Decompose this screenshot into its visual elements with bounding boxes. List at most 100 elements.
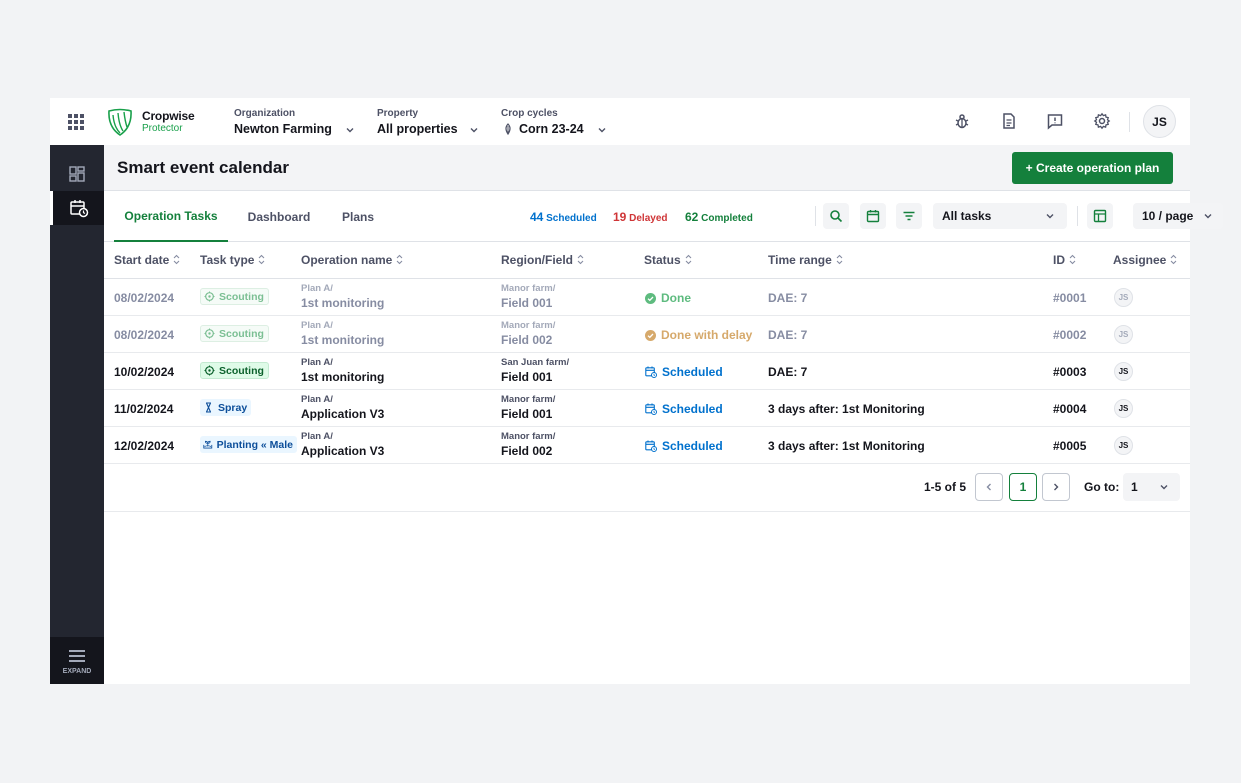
crop-cycles-value-wrap: Corn 23-24 xyxy=(501,121,611,137)
col-task-type[interactable]: Task type xyxy=(200,253,265,267)
next-page-button[interactable] xyxy=(1042,473,1070,501)
sidebar-expand-button[interactable]: EXPAND xyxy=(50,637,104,684)
pest-icon[interactable] xyxy=(953,112,971,130)
user-avatar[interactable]: JS xyxy=(1143,105,1176,138)
region-name: San Juan farm/ xyxy=(501,357,570,368)
start-date: 12/02/2024 xyxy=(114,439,175,453)
assignee-avatar[interactable]: JS xyxy=(1114,399,1133,418)
feedback-icon[interactable] xyxy=(1046,112,1064,130)
scouting-icon xyxy=(204,365,215,376)
task-filter-select[interactable]: All tasks xyxy=(933,203,1067,229)
organization-selector[interactable]: Organization Newton Farming xyxy=(234,108,359,138)
search-button[interactable] xyxy=(823,203,849,229)
pagination-total: 1-5 of 5 xyxy=(924,480,967,494)
page-size-select[interactable]: 10 / page xyxy=(1133,203,1223,229)
task-type-label: Planting « Male xyxy=(216,438,293,451)
sort-icon xyxy=(173,254,180,265)
dashboard-icon xyxy=(69,166,85,182)
check-circle-icon xyxy=(645,329,656,341)
chevron-down-icon xyxy=(470,128,478,133)
table-row[interactable]: 11/02/2024 Spray Plan A/Application V3 M… xyxy=(104,390,1190,427)
crop-cycles-selector[interactable]: Crop cycles Corn 23-24 xyxy=(501,108,611,138)
expand-label: EXPAND xyxy=(62,668,92,675)
header-label: Time range xyxy=(768,253,832,267)
gear-icon[interactable] xyxy=(1093,112,1111,130)
task-type-tag: Planting « Male xyxy=(200,436,297,453)
prev-page-button[interactable] xyxy=(975,473,1003,501)
chevron-down-icon xyxy=(1204,214,1212,219)
filter-button[interactable] xyxy=(896,203,922,229)
column-settings-button[interactable] xyxy=(1087,203,1113,229)
task-id: #0001 xyxy=(1053,291,1087,305)
calendar-clock-icon xyxy=(645,440,657,452)
calendar-clock-icon xyxy=(645,403,657,415)
app-launcher-icon[interactable] xyxy=(68,114,84,130)
status-badge: Done xyxy=(645,291,691,305)
region-name: Manor farm/ xyxy=(501,283,556,294)
region-name: Manor farm/ xyxy=(501,431,556,442)
operation-plan: Plan A/ xyxy=(301,320,333,331)
operation-plan: Plan A/ xyxy=(301,394,333,405)
planting-icon xyxy=(203,440,213,449)
start-date: 10/02/2024 xyxy=(114,365,175,379)
assignee-avatar[interactable]: JS xyxy=(1114,325,1133,344)
task-type-label: Spray xyxy=(218,401,248,414)
assignee-avatar[interactable]: JS xyxy=(1114,288,1133,307)
goto-label: Go to: xyxy=(1084,480,1120,494)
status-label: Scheduled xyxy=(662,439,723,453)
header-label: Task type xyxy=(200,253,255,267)
sort-icon xyxy=(685,254,692,265)
operation-name: Plan A/1st monitoring xyxy=(301,320,384,348)
col-start-date[interactable]: Start date xyxy=(114,253,180,267)
property-selector[interactable]: Property All properties xyxy=(377,108,482,138)
property-label: Property xyxy=(377,108,419,119)
tab-operation-tasks[interactable]: Operation Tasks xyxy=(114,191,228,242)
header-label: ID xyxy=(1053,253,1065,267)
operation-title: Application V3 xyxy=(301,444,385,458)
calendar-button[interactable] xyxy=(860,203,886,229)
region-field: Manor farm/Field 001 xyxy=(501,394,555,422)
time-range: 3 days after: 1st Monitoring xyxy=(768,402,925,416)
time-range: 3 days after: 1st Monitoring xyxy=(768,439,925,453)
sidebar-item-dashboard[interactable] xyxy=(50,157,104,191)
operation-plan: Plan A/ xyxy=(301,357,333,368)
sort-icon xyxy=(259,254,265,265)
chevron-down-icon xyxy=(346,128,354,133)
col-region-field[interactable]: Region/Field xyxy=(501,253,584,267)
tab-plans[interactable]: Plans xyxy=(330,191,386,242)
product-name: Protector xyxy=(142,123,183,134)
scheduled-count[interactable]: 44 Scheduled xyxy=(530,210,597,224)
field-name: Field 001 xyxy=(501,370,553,384)
table-row[interactable]: 08/02/2024 Scouting Plan A/1st monitorin… xyxy=(104,279,1190,316)
col-assignee[interactable]: Assignee xyxy=(1113,253,1177,267)
status-badge: Scheduled xyxy=(645,402,723,416)
create-operation-plan-button[interactable]: + Create operation plan xyxy=(1012,152,1173,184)
col-id[interactable]: ID xyxy=(1053,253,1076,267)
document-icon[interactable] xyxy=(1000,112,1018,130)
operation-name: Plan A/Application V3 xyxy=(301,431,384,459)
table-row[interactable]: 12/02/2024 Planting « Male Plan A/Applic… xyxy=(104,427,1190,464)
calendar-clock-icon xyxy=(69,200,88,218)
cropwise-logo[interactable]: Cropwise Protector xyxy=(106,107,206,137)
goto-page-select[interactable]: 1 xyxy=(1123,473,1180,501)
col-status[interactable]: Status xyxy=(644,253,692,267)
completed-count[interactable]: 62 Completed xyxy=(685,210,753,224)
tab-dashboard[interactable]: Dashboard xyxy=(239,191,319,242)
table-row[interactable]: 10/02/2024 Scouting Plan A/1st monitorin… xyxy=(104,353,1190,390)
assignee-avatar[interactable]: JS xyxy=(1114,436,1133,455)
sidebar-item-calendar[interactable] xyxy=(50,191,104,225)
sort-icon xyxy=(396,254,403,265)
scheduled-label: Scheduled xyxy=(546,213,597,224)
delayed-label: Delayed xyxy=(629,213,668,224)
page-button-current[interactable]: 1 xyxy=(1009,473,1037,501)
delayed-count[interactable]: 19 Delayed xyxy=(613,210,668,224)
calendar-clock-icon xyxy=(645,366,657,378)
assignee-avatar[interactable]: JS xyxy=(1114,362,1133,381)
task-id: #0005 xyxy=(1053,439,1087,453)
status-badge: Done with delay xyxy=(645,328,752,342)
field-name: Field 002 xyxy=(501,333,553,347)
table-row[interactable]: 08/02/2024 Scouting Plan A/1st monitorin… xyxy=(104,316,1190,353)
col-time-range[interactable]: Time range xyxy=(768,253,843,267)
operation-title: 1st monitoring xyxy=(301,370,385,384)
col-operation-name[interactable]: Operation name xyxy=(301,253,403,267)
